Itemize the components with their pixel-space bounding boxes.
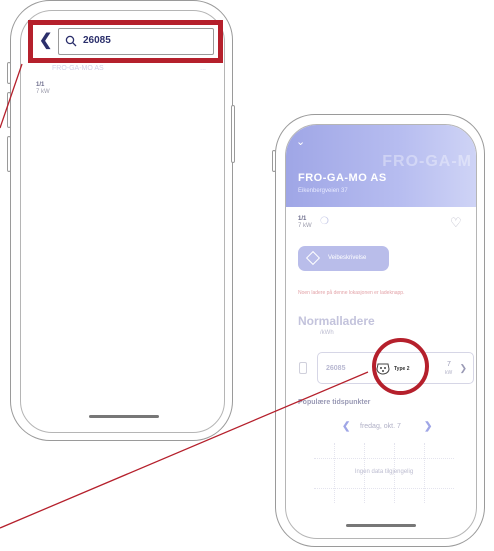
callout-line-type2 [0,371,369,529]
callout-lines [0,63,369,529]
callout-line-search [0,63,23,129]
